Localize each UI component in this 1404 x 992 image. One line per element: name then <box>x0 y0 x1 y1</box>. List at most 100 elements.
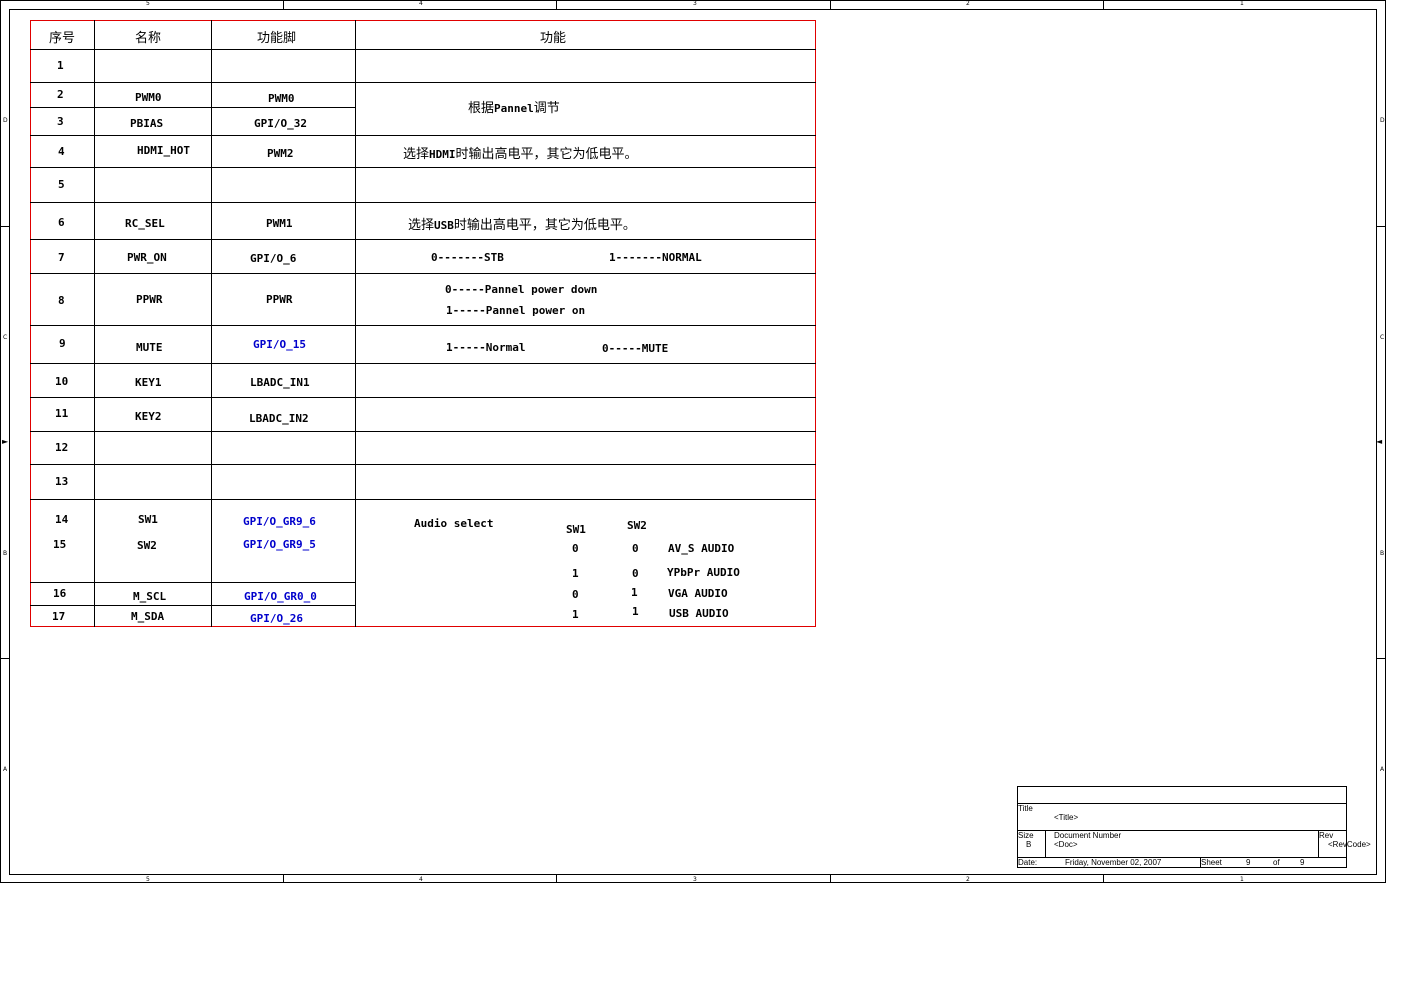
audio-select-title: Audio select <box>414 517 494 530</box>
table-row-divider <box>30 464 816 465</box>
audio-sw2-value: 0 <box>632 542 639 555</box>
row-number: 5 <box>58 178 65 191</box>
pin-name: PWM0 <box>268 92 295 105</box>
drawing-border-inner <box>9 9 1377 875</box>
function-usb-select: 选择USB时输出高电平，其它为低电平。 <box>408 214 636 233</box>
row-number: 7 <box>58 251 65 264</box>
table-row-divider <box>30 582 356 583</box>
audio-header-sw1: SW1 <box>566 523 586 536</box>
zone-label-top: 5 <box>146 0 150 7</box>
of-label: of <box>1273 858 1280 867</box>
table-column-divider <box>211 20 212 627</box>
function-text: 根据 <box>468 101 495 116</box>
document-number-value: <Doc> <box>1054 840 1078 849</box>
zone-label-bottom: 4 <box>419 876 423 883</box>
zone-divider <box>1377 658 1386 659</box>
signal-name: SW2 <box>137 539 157 552</box>
function-mute-mute: 0-----MUTE <box>602 342 669 355</box>
zone-divider <box>830 875 831 883</box>
table-border <box>815 20 816 627</box>
pin-name: LBADC_IN2 <box>249 412 309 425</box>
row-number: 3 <box>57 115 64 128</box>
table-row-divider <box>30 363 816 364</box>
function-text: HDMI <box>429 148 456 161</box>
function-power-normal: 1-------NORMAL <box>609 251 702 264</box>
date-value: Friday, November 02, 2007 <box>1065 858 1162 867</box>
header-function: 功能 <box>540 31 567 46</box>
table-row-divider <box>30 82 816 83</box>
table-row-divider <box>30 202 816 203</box>
zone-label-left: D <box>3 117 8 124</box>
pin-name: GPI/O_32 <box>254 117 307 130</box>
table-row-divider <box>30 431 816 432</box>
pin-name: GPI/O_GR9_6 <box>243 515 316 528</box>
row-number: 15 <box>53 538 67 551</box>
audio-source-label: USB AUDIO <box>669 607 729 620</box>
table-border <box>30 20 816 21</box>
signal-name: KEY2 <box>135 410 162 423</box>
function-pannel-adjust: 根据Pannel调节 <box>468 97 560 116</box>
audio-sw2-value: 1 <box>632 605 639 618</box>
signal-name: MUTE <box>136 341 163 354</box>
header-name: 名称 <box>135 31 162 46</box>
pin-name: GPI/O_GR9_5 <box>243 538 316 551</box>
title-label: Title <box>1018 804 1033 813</box>
pin-name: GPI/O_15 <box>253 338 306 351</box>
signal-name: PWR_ON <box>127 251 167 264</box>
audio-source-label: VGA AUDIO <box>668 587 728 600</box>
signal-name: RC_SEL <box>125 217 165 230</box>
zone-label-left: B <box>3 550 8 557</box>
signal-name: PBIAS <box>130 117 164 130</box>
center-arrow-left: ► <box>2 437 9 446</box>
of-value: 9 <box>1300 858 1305 867</box>
zone-divider <box>556 0 557 9</box>
zone-label-top: 3 <box>693 0 697 7</box>
row-number: 4 <box>58 145 65 158</box>
signal-name: PWM0 <box>135 91 162 104</box>
table-border <box>30 20 31 627</box>
pin-name: PWM2 <box>267 147 294 160</box>
function-power-stb: 0-------STB <box>431 251 504 264</box>
title-value: <Title> <box>1054 813 1079 822</box>
size-value: B <box>1026 840 1032 849</box>
table-border <box>30 626 816 627</box>
zone-label-left: A <box>3 766 8 773</box>
row-number: 16 <box>53 587 67 600</box>
row-number: 11 <box>55 407 69 420</box>
row-number: 13 <box>55 475 69 488</box>
sheet-value: 9 <box>1246 858 1251 867</box>
audio-sw1-value: 1 <box>572 567 579 580</box>
zone-label-right: C <box>1380 334 1385 341</box>
signal-name: SW1 <box>138 513 158 526</box>
row-number: 10 <box>55 375 69 388</box>
audio-sw2-value: 1 <box>631 586 638 599</box>
title-block-divider <box>1045 830 1046 858</box>
sheet-label: Sheet <box>1201 858 1222 867</box>
row-number: 1 <box>57 59 64 72</box>
zone-divider <box>830 0 831 9</box>
table-row-divider <box>30 499 816 500</box>
signal-name: M_SCL <box>133 590 167 603</box>
zone-label-bottom: 3 <box>693 876 697 883</box>
size-label: Size <box>1018 831 1034 840</box>
header-index: 序号 <box>49 31 76 46</box>
audio-sw1-value: 0 <box>572 542 579 555</box>
signal-name: HDMI_HOT <box>137 144 190 157</box>
zone-label-bottom: 2 <box>966 876 970 883</box>
pin-name: GPI/O_GR0_0 <box>244 590 317 603</box>
zone-divider <box>1377 226 1386 227</box>
table-column-divider <box>355 20 356 627</box>
row-number: 8 <box>58 294 65 307</box>
table-row-divider <box>30 167 816 168</box>
zone-divider <box>0 658 9 659</box>
row-number: 17 <box>52 610 66 623</box>
table-row-divider <box>30 239 816 240</box>
zone-label-top: 2 <box>966 0 970 7</box>
audio-sw2-value: 0 <box>632 567 639 580</box>
function-text: 调节 <box>533 101 560 116</box>
zone-label-left: C <box>3 334 8 341</box>
zone-divider <box>1103 875 1104 883</box>
document-number-label: Document Number <box>1054 831 1122 840</box>
audio-source-label: AV_S AUDIO <box>668 542 735 555</box>
audio-sw1-value: 1 <box>572 608 579 621</box>
